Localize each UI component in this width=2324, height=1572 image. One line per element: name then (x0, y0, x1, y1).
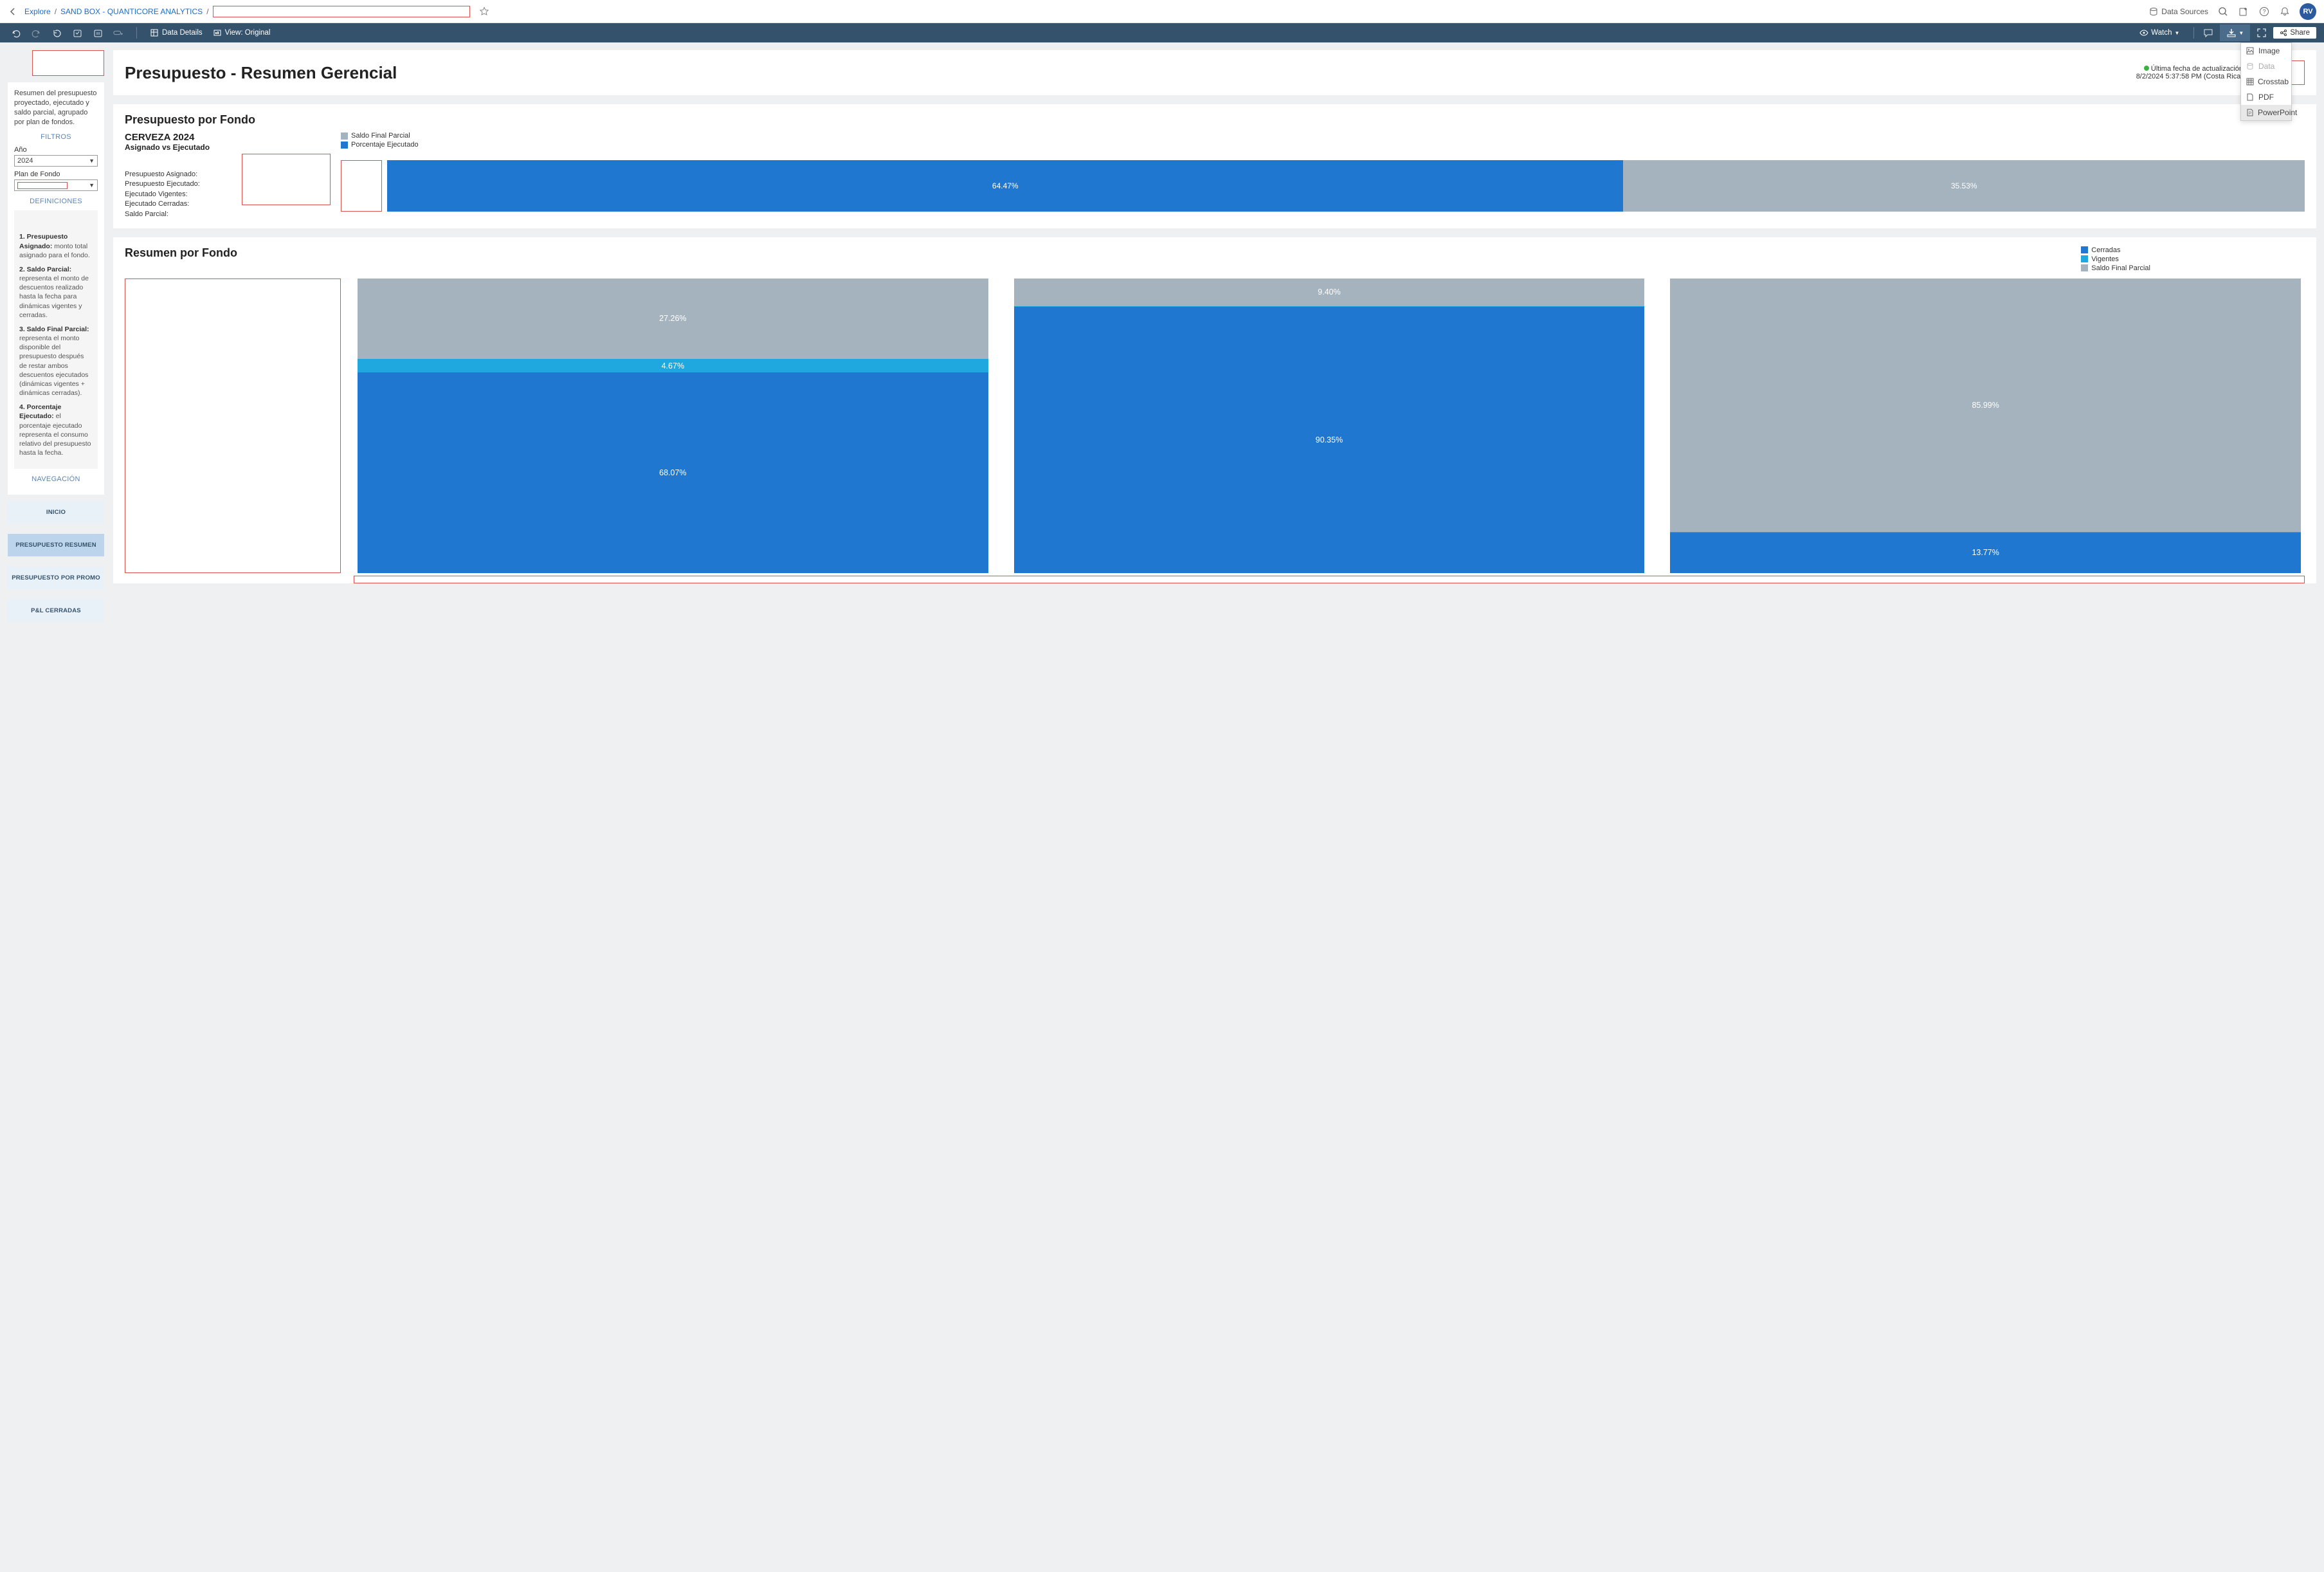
data-details-button[interactable]: Data Details (150, 28, 203, 37)
notifications-icon[interactable] (2279, 6, 2291, 17)
hbar-seg-saldo: 35.53% (1623, 160, 2305, 212)
refresh-icon[interactable] (72, 28, 82, 38)
plan-fondo-label: Plan de Fondo (14, 170, 98, 178)
breadcrumb-sandbox[interactable]: SAND BOX - QUANTICORE ANALYTICS (60, 7, 203, 16)
download-image[interactable]: Image (2241, 43, 2291, 59)
fondo-subtitle: Asignado vs Ejecutado (125, 143, 235, 152)
legend-swatch-blue (341, 142, 348, 149)
new-icon[interactable] (2238, 6, 2249, 17)
resumen-section-title: Resumen por Fondo (125, 246, 237, 260)
resumen-axis-redacted (354, 576, 2305, 583)
back-arrow-icon[interactable] (8, 6, 19, 17)
stack-col-3: 85.99% 13.77% (1670, 279, 2301, 573)
last-update-info: Última fecha de actualización 8/2/2024 5… (2136, 65, 2243, 80)
resumen-stacked-chart: 27.26% 4.67% 68.07% 9.40% 90.35% 85.99% … (354, 279, 2305, 573)
download-powerpoint[interactable]: PPowerPoint (2241, 105, 2291, 120)
watch-button[interactable]: Watch▼ (2134, 26, 2184, 39)
download-menu: Image Data Crosstab PDF PPowerPoint (2240, 42, 2292, 121)
undo-icon[interactable] (10, 28, 21, 38)
plan-fondo-value-redacted (17, 182, 68, 189)
nav-pl-cerradas[interactable]: P&L CERRADAS (8, 599, 104, 622)
resumen-labels-redacted (125, 279, 341, 573)
fondo-section-title: Presupuesto por Fondo (125, 113, 2305, 127)
definiciones-box: 1. Presupuesto Asignado: monto total asi… (14, 210, 98, 469)
redo-icon[interactable] (31, 28, 41, 38)
link-icon[interactable] (113, 28, 123, 38)
revert-icon[interactable] (51, 28, 62, 38)
favorite-star-icon[interactable] (479, 6, 489, 17)
kpi-labels: Presupuesto Asignado: Presupuesto Ejecut… (125, 170, 235, 219)
page-title: Presupuesto - Resumen Gerencial (125, 63, 397, 83)
data-sources-button[interactable]: Data Sources (2149, 7, 2208, 16)
kpi-values-redacted (242, 154, 331, 205)
stack-col-1: 27.26% 4.67% 68.07% (358, 279, 988, 573)
download-pdf[interactable]: PDF (2241, 89, 2291, 105)
hbar-label-redacted (341, 160, 382, 212)
fondo-legend: Saldo Final Parcial Porcentaje Ejecutado (341, 132, 2305, 149)
download-data: Data (2241, 59, 2291, 74)
breadcrumb: Explore / SAND BOX - QUANTICORE ANALYTIC… (24, 6, 470, 17)
user-avatar[interactable]: RV (2300, 3, 2316, 20)
fullscreen-icon[interactable] (2256, 28, 2267, 38)
ano-label: Año (14, 146, 98, 154)
hbar-seg-ejecutado: 64.47% (387, 160, 1623, 212)
svg-text:?: ? (2262, 8, 2265, 15)
legend-swatch-gray (341, 133, 348, 140)
resumen-legend: Cerradas Vigentes Saldo Final Parcial (2081, 246, 2150, 272)
share-button[interactable]: Share (2273, 27, 2316, 39)
logo-redacted (32, 50, 104, 76)
help-icon[interactable]: ? (2258, 6, 2270, 17)
legend-swatch-cerradas (2081, 246, 2088, 253)
svg-text:P: P (2249, 112, 2251, 116)
download-crosstab[interactable]: Crosstab (2241, 74, 2291, 89)
view-original-button[interactable]: View: Original (213, 28, 271, 37)
nav-inicio[interactable]: INICIO (8, 501, 104, 524)
legend-swatch-saldo (2081, 264, 2088, 271)
stack-col-2: 9.40% 90.35% (1014, 279, 1645, 573)
breadcrumb-current-redacted (213, 6, 470, 17)
sidebar-summary: Resumen del presupuesto proyectado, ejec… (14, 89, 98, 127)
download-button[interactable]: ▼ (2220, 24, 2250, 41)
navegacion-heading: NAVEGACIÓN (14, 475, 98, 483)
breadcrumb-explore[interactable]: Explore (24, 7, 51, 16)
legend-swatch-vigentes (2081, 255, 2088, 262)
fondo-title: CERVEZA 2024 (125, 132, 235, 143)
definiciones-heading: DEFINICIONES (14, 197, 98, 205)
filtros-heading: FILTROS (14, 133, 98, 141)
plan-fondo-select[interactable]: ▼ (14, 179, 98, 191)
fondo-hbar-chart: 64.47% 35.53% (387, 160, 2305, 212)
nav-presupuesto-resumen[interactable]: PRESUPUESTO RESUMEN (8, 534, 104, 556)
nav-presupuesto-promo[interactable]: PRESUPUESTO POR PROMO (8, 567, 104, 589)
comments-icon[interactable] (2203, 28, 2213, 38)
search-icon[interactable] (2217, 6, 2229, 17)
pause-icon[interactable] (93, 28, 103, 38)
ano-select[interactable]: 2024▼ (14, 155, 98, 167)
